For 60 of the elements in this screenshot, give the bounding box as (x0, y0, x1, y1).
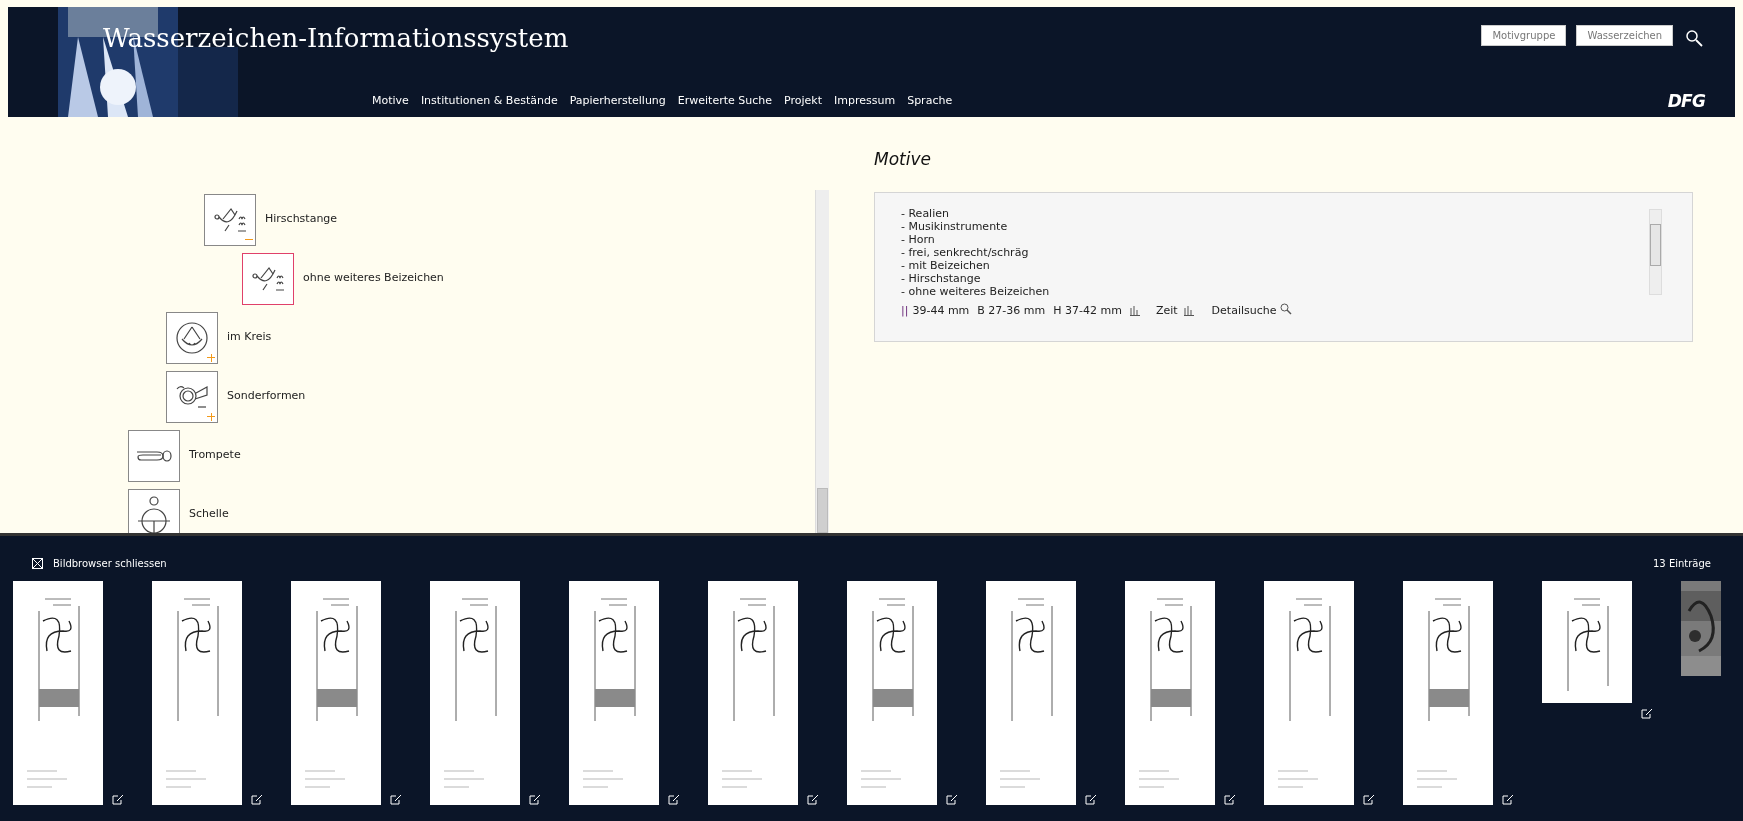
nav-link[interactable]: Sprache (907, 93, 953, 110)
edit-icon[interactable] (668, 794, 680, 805)
nav-link[interactable]: Motive (372, 93, 409, 110)
path-line[interactable]: - Horn (901, 232, 1666, 246)
tree-item-label[interactable]: Schelle (189, 506, 229, 523)
edit-icon[interactable] (112, 794, 124, 805)
motif-thumbnail[interactable] (166, 311, 218, 364)
site-title: Wasserzeichen-Informationssystem (103, 22, 569, 55)
header-button[interactable]: Wasserzeichen (1576, 24, 1673, 46)
header-button[interactable]: Motivgruppe (1481, 24, 1567, 46)
logo: DFG (1667, 90, 1705, 113)
measure-label: B 27-36 mm (977, 302, 1046, 319)
edit-icon[interactable] (390, 794, 402, 805)
edit-icon[interactable] (807, 794, 819, 805)
path-line[interactable]: - Musikinstrumente (901, 219, 1666, 233)
path-line[interactable]: - Hirschstange (901, 271, 1666, 285)
edit-icon[interactable] (529, 794, 541, 805)
search-icon[interactable] (1685, 29, 1703, 47)
motif-thumbnail[interactable] (242, 252, 294, 305)
tree-item-label[interactable]: Hirschstange (265, 211, 338, 228)
section-title: Motive (874, 148, 932, 171)
edit-icon[interactable] (946, 794, 958, 805)
measure-label: 39-44 mm (912, 302, 970, 319)
nav-link[interactable]: Projekt (784, 93, 822, 110)
path-line[interactable]: - frei, senkrecht/schräg (901, 245, 1666, 259)
scrollbar[interactable] (1649, 208, 1662, 295)
edit-icon[interactable] (1224, 794, 1236, 805)
nav-link[interactable]: Institutionen & Bestände (420, 93, 558, 110)
path-line[interactable]: - ohne weiteres Beizeichen (901, 284, 1666, 298)
bar-chart-icon[interactable] (1129, 305, 1140, 317)
circle-emblem-icon (175, 320, 209, 355)
measure-label: H 37-42 mm (1053, 302, 1122, 319)
close-icon[interactable] (32, 558, 43, 569)
motif-thumbnail[interactable] (166, 370, 218, 423)
path-line[interactable]: - Realien (901, 206, 1666, 220)
nav-link[interactable]: Papierherstellung (569, 93, 666, 110)
bell-icon (136, 494, 172, 533)
measure-label: || (901, 302, 909, 319)
nav-link[interactable]: Erweiterte Suche (677, 93, 773, 110)
edit-icon[interactable] (251, 794, 263, 805)
tree-item-label[interactable]: Sonderformen (227, 388, 306, 405)
edit-icon[interactable] (1363, 794, 1375, 805)
edit-icon[interactable] (1085, 794, 1097, 805)
tree-item-label[interactable]: ohne weiteres Beizeichen (303, 270, 444, 287)
time-label: Zeit (1155, 302, 1178, 319)
edit-icon[interactable] (1641, 708, 1653, 719)
motif-thumbnail[interactable] (204, 193, 256, 246)
search-icon[interactable] (1279, 302, 1292, 315)
close-browser-link[interactable]: Bildbrowser schliessen (53, 556, 167, 571)
motif-thumbnail[interactable] (128, 429, 180, 482)
detail-search-link[interactable]: Detailsuche (1211, 302, 1277, 319)
path-line[interactable]: - mit Beizeichen (901, 258, 1666, 272)
bar-chart-icon[interactable] (1183, 305, 1194, 317)
entry-count: 13 Einträge (1653, 557, 1711, 571)
scrollbar[interactable] (815, 190, 829, 533)
edit-icon[interactable] (1502, 794, 1514, 805)
motif-thumbnail[interactable] (128, 488, 180, 533)
tree-item-label[interactable]: Trompete (189, 447, 241, 464)
nav-link[interactable]: Impressum (834, 93, 896, 110)
tree-item-label[interactable]: im Kreis (227, 329, 272, 346)
